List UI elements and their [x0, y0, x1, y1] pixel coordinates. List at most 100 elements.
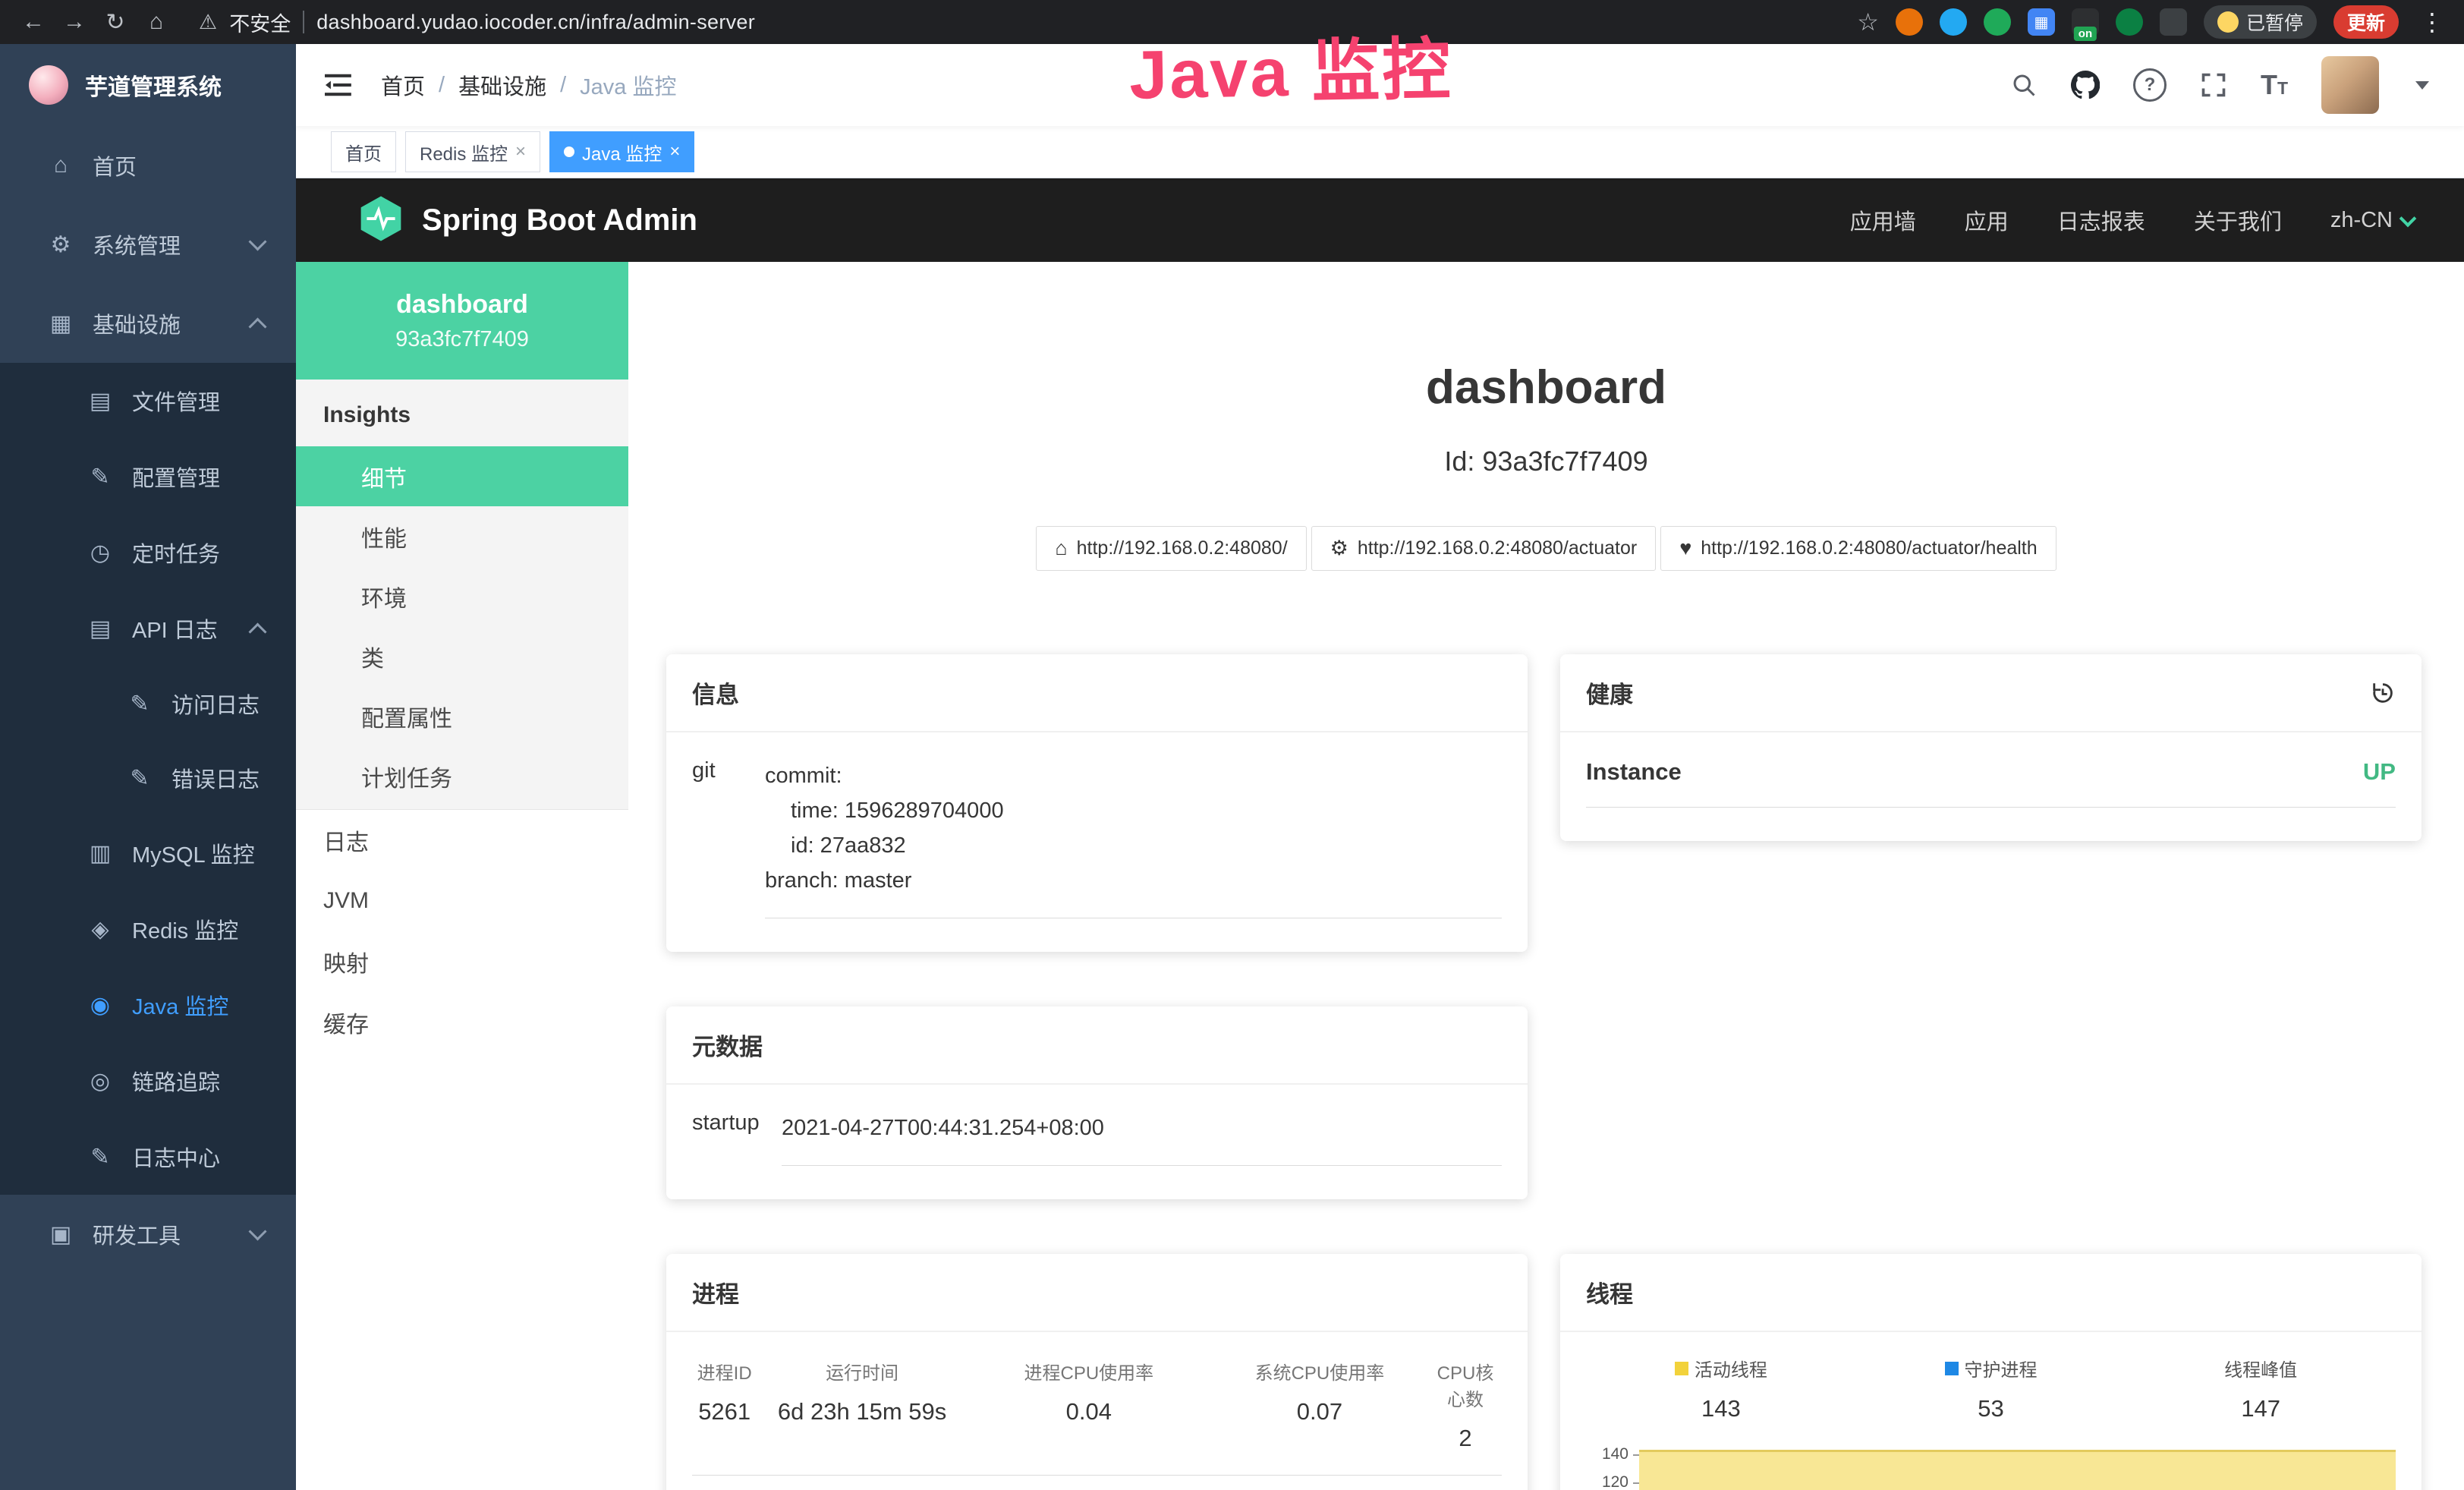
info-card: 信息 git commit: time: 1596289704000 id: 2… [666, 654, 1528, 952]
col-header: 系统CPU使用率 [1210, 1358, 1429, 1384]
sba-menu-mappings[interactable]: 映射 [296, 931, 628, 992]
sidebar-item-access-log[interactable]: ✎ 访问日志 [0, 666, 296, 741]
extension-switch-icon[interactable]: on [2072, 8, 2099, 36]
service-url-link[interactable]: ⌂ http://192.168.0.2:48080/ [1036, 526, 1306, 571]
sidebar-item-label: MySQL 监控 [132, 837, 255, 869]
search-icon[interactable] [2010, 71, 2038, 99]
sba-menu-logs[interactable]: 日志 [296, 810, 628, 871]
monitor-icon: ▦ [47, 310, 74, 337]
sidebar-item-config[interactable]: ✎ 配置管理 [0, 439, 296, 515]
app-logo-row[interactable]: 芋道管理系统 [0, 44, 296, 126]
legend-item-live: 活动线程 143 [1586, 1355, 1856, 1422]
sba-menu-config-props[interactable]: 配置属性 [296, 686, 628, 746]
tab-label: Java 监控 [582, 139, 662, 165]
sba-nav-journal[interactable]: 日志报表 [2057, 204, 2145, 236]
sba-menu-classes[interactable]: 类 [296, 626, 628, 686]
sba-menu-caches[interactable]: 缓存 [296, 992, 628, 1053]
sba-menu-details[interactable]: 细节 [296, 446, 628, 506]
help-icon[interactable]: ? [2133, 68, 2167, 102]
github-icon[interactable] [2071, 71, 2100, 99]
sba-menu-jvm[interactable]: JVM [296, 871, 628, 931]
tab-label: 首页 [345, 139, 382, 165]
sidebar-item-label: 基础设施 [93, 307, 181, 339]
detail-cards: 信息 git commit: time: 1596289704000 id: 2… [666, 654, 2422, 1490]
sidebar-item-dev-tools[interactable]: ▣ 研发工具 [0, 1195, 296, 1274]
sba-menu-scheduled-tasks[interactable]: 计划任务 [296, 746, 628, 806]
caret-down-icon[interactable] [2415, 81, 2429, 90]
instance-header[interactable]: dashboard 93a3fc7f7409 [296, 262, 628, 380]
extension-leaf-icon[interactable] [2116, 8, 2143, 36]
sba-nav-wallboard[interactable]: 应用墙 [1850, 204, 1916, 236]
info-line: branch: master [765, 863, 1502, 898]
user-avatar[interactable] [2321, 56, 2379, 114]
hamburger-icon[interactable] [325, 73, 354, 97]
sidebar-item-trace[interactable]: ◎ 链路追踪 [0, 1043, 296, 1119]
sidebar-item-log-center[interactable]: ✎ 日志中心 [0, 1119, 296, 1195]
sidebar-item-mysql[interactable]: ▥ MySQL 监控 [0, 815, 296, 891]
paused-badge[interactable]: 已暂停 [2204, 5, 2317, 39]
sba-brand[interactable]: Spring Boot Admin [422, 203, 697, 238]
sba-menu-performance[interactable]: 性能 [296, 506, 628, 566]
browser-menu-icon[interactable]: ⋮ [2415, 8, 2449, 36]
url-text[interactable]: dashboard.yudao.iocoder.cn/infra/admin-s… [316, 11, 755, 34]
sidebar-item-label: 研发工具 [93, 1218, 181, 1250]
home-icon[interactable]: ⌂ [138, 4, 175, 40]
info-value: commit: time: 1596289704000 id: 27aa832 … [765, 758, 1502, 918]
col-header: 运行时间 [757, 1358, 967, 1384]
history-icon[interactable] [2370, 680, 2396, 706]
breadcrumb-infra[interactable]: 基础设施 [458, 69, 546, 101]
sidebar-item-file[interactable]: ▤ 文件管理 [0, 363, 296, 439]
bookmark-star-icon[interactable]: ☆ [1857, 8, 1879, 36]
breadcrumb-separator: / [439, 73, 445, 98]
col-value: 2 [1429, 1425, 1502, 1452]
col-value: 0.07 [1210, 1398, 1429, 1425]
extension-drop-icon[interactable] [1940, 8, 1967, 36]
dashboard-icon: ⌂ [47, 153, 74, 178]
smiley-icon [2217, 11, 2239, 33]
sidebar-item-redis[interactable]: ◈ Redis 监控 [0, 891, 296, 967]
sidebar-item-error-log[interactable]: ✎ 错误日志 [0, 741, 296, 815]
extension-fox-icon[interactable] [1896, 8, 1923, 36]
update-button[interactable]: 更新 [2333, 5, 2399, 39]
sba-menu-environment[interactable]: 环境 [296, 566, 628, 626]
sba-menu-label: 类 [361, 640, 384, 673]
forward-icon[interactable]: → [56, 4, 93, 40]
tab-redis[interactable]: Redis 监控 × [405, 131, 540, 172]
actuator-url-link[interactable]: ⚙ http://192.168.0.2:48080/actuator [1311, 526, 1657, 571]
extension-grid-icon[interactable]: ▦ [2028, 8, 2055, 36]
locale-select[interactable]: zh-CN [2330, 208, 2414, 233]
threads-card: 线程 活动线程 143 [1560, 1254, 2422, 1490]
sba-nav-about[interactable]: 关于我们 [2194, 204, 2282, 236]
close-icon[interactable]: × [669, 141, 680, 162]
tab-home[interactable]: 首页 [331, 131, 396, 172]
sba-logo-icon[interactable] [360, 195, 402, 246]
sidebar-item-job[interactable]: ◷ 定时任务 [0, 515, 296, 591]
close-icon[interactable]: × [515, 141, 526, 162]
breadcrumb-home[interactable]: 首页 [381, 69, 425, 101]
sidebar-item-label: 链路追踪 [132, 1065, 220, 1097]
paused-label: 已暂停 [2246, 8, 2303, 36]
sba-menu-label: 细节 [361, 460, 407, 493]
sidebar-item-java[interactable]: ◉ Java 监控 [0, 967, 296, 1043]
link-text: http://192.168.0.2:48080/actuator [1358, 537, 1637, 559]
back-icon[interactable]: ← [15, 4, 52, 40]
font-size-icon[interactable]: TT [2261, 69, 2288, 101]
extension-circle-icon[interactable] [1984, 8, 2011, 36]
tab-java[interactable]: Java 监控 × [549, 131, 694, 172]
sba-menu-label: 环境 [361, 580, 407, 613]
health-url-link[interactable]: ♥ http://192.168.0.2:48080/actuator/heal… [1660, 526, 2056, 571]
reload-icon[interactable]: ↻ [97, 4, 134, 40]
metadata-key: startup [692, 1110, 782, 1166]
extension-paw-icon[interactable] [2160, 8, 2187, 36]
sidebar-item-infra[interactable]: ▦ 基础设施 [0, 284, 296, 363]
sba-nav-applications[interactable]: 应用 [1965, 204, 2009, 236]
infra-submenu: ▤ 文件管理 ✎ 配置管理 ◷ 定时任务 ▤ API 日志 [0, 363, 296, 1195]
eye-icon: ◎ [87, 1068, 114, 1095]
header-actions: ? TT [2010, 56, 2429, 114]
fullscreen-icon[interactable] [2200, 71, 2227, 99]
legend-item-peak: 线程峰值 147 [2126, 1355, 2396, 1422]
sidebar-item-api-log[interactable]: ▤ API 日志 [0, 591, 296, 666]
sidebar-item-system[interactable]: ⚙ 系统管理 [0, 205, 296, 284]
sidebar-item-home[interactable]: ⌂ 首页 [0, 126, 296, 205]
address-bar[interactable]: ⚠ 不安全 dashboard.yudao.iocoder.cn/infra/a… [199, 8, 1852, 37]
